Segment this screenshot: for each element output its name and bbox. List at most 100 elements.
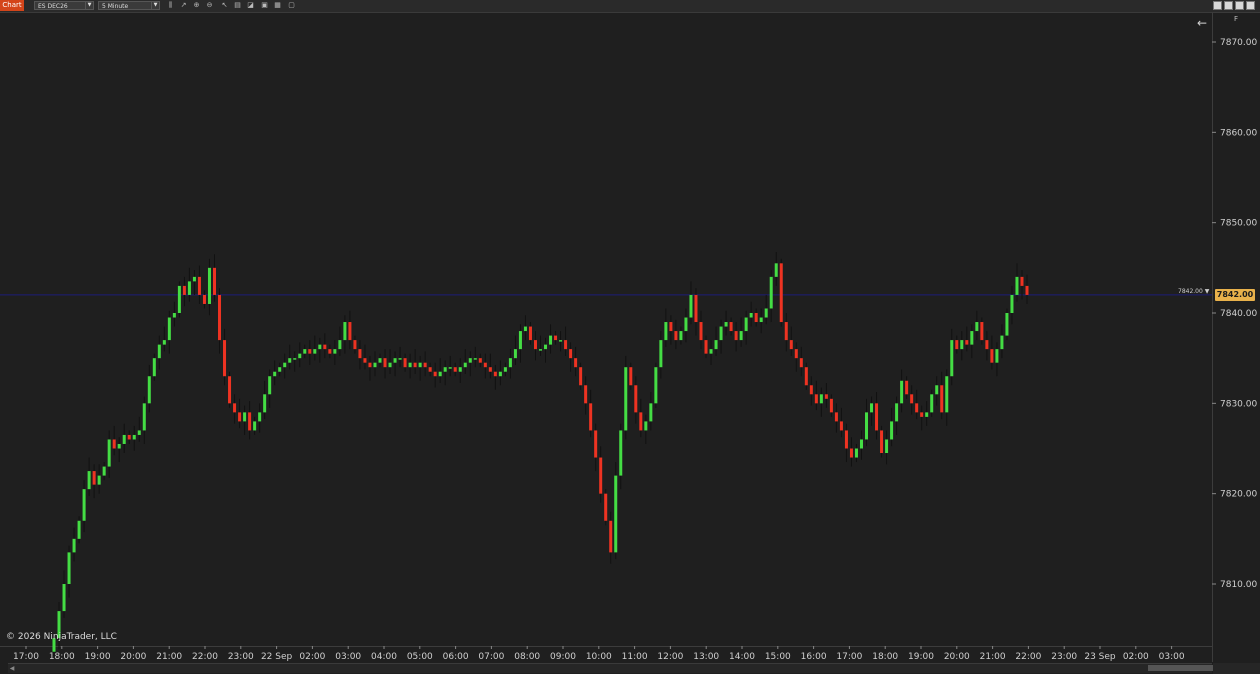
candle-up[interactable] bbox=[503, 367, 507, 372]
candle-up[interactable] bbox=[935, 385, 939, 395]
restore-button[interactable] bbox=[1224, 1, 1233, 10]
candle-down[interactable] bbox=[990, 349, 994, 363]
candle-down[interactable] bbox=[844, 430, 848, 449]
candle-down[interactable] bbox=[784, 322, 788, 341]
candle-up[interactable] bbox=[408, 362, 412, 368]
candle-up[interactable] bbox=[298, 353, 302, 359]
candle-up[interactable] bbox=[398, 358, 402, 360]
candle-up[interactable] bbox=[82, 489, 86, 521]
candle-down[interactable] bbox=[704, 340, 708, 354]
bars-icon[interactable]: ⫼ bbox=[166, 1, 175, 10]
zoom-out-icon[interactable]: ⊖ bbox=[205, 1, 214, 10]
candle-up[interactable] bbox=[378, 358, 382, 363]
candle-down[interactable] bbox=[488, 367, 492, 372]
candle-down[interactable] bbox=[880, 430, 884, 454]
candle-up[interactable] bbox=[172, 313, 176, 318]
candle-down[interactable] bbox=[308, 349, 312, 354]
candle-down[interactable] bbox=[223, 340, 227, 377]
candle-down[interactable] bbox=[353, 340, 357, 350]
scroll-left-icon[interactable]: ◀ bbox=[8, 664, 16, 673]
candle-down[interactable] bbox=[554, 335, 558, 341]
candle-down[interactable] bbox=[729, 322, 733, 332]
candle-down[interactable] bbox=[699, 322, 703, 341]
candle-down[interactable] bbox=[804, 367, 808, 386]
candle-up[interactable] bbox=[318, 344, 322, 350]
candle-up[interactable] bbox=[970, 331, 974, 345]
candle-down[interactable] bbox=[669, 322, 673, 332]
candle-up[interactable] bbox=[77, 520, 81, 539]
candle-up[interactable] bbox=[659, 340, 663, 368]
candle-up[interactable] bbox=[122, 434, 126, 444]
candle-up[interactable] bbox=[243, 412, 247, 422]
candle-up[interactable] bbox=[975, 322, 979, 332]
candle-up[interactable] bbox=[649, 403, 653, 422]
candle-down[interactable] bbox=[228, 376, 232, 404]
candle-up[interactable] bbox=[945, 376, 949, 413]
candle-up[interactable] bbox=[278, 367, 282, 372]
candle-up[interactable] bbox=[147, 376, 151, 404]
candle-down[interactable] bbox=[965, 340, 969, 345]
candle-down[interactable] bbox=[428, 367, 432, 372]
candle-up[interactable] bbox=[900, 380, 904, 404]
candle-down[interactable] bbox=[940, 385, 944, 413]
candle-down[interactable] bbox=[328, 349, 332, 354]
candle-up[interactable] bbox=[895, 403, 899, 422]
candle-up[interactable] bbox=[132, 434, 136, 440]
candle-up[interactable] bbox=[97, 475, 101, 485]
candle-up[interactable] bbox=[724, 322, 728, 327]
candle-up[interactable] bbox=[930, 394, 934, 413]
candle-up[interactable] bbox=[157, 344, 161, 359]
candle-down[interactable] bbox=[609, 520, 613, 553]
candle-down[interactable] bbox=[905, 380, 909, 395]
candle-down[interactable] bbox=[569, 349, 573, 359]
horizontal-scrollbar[interactable]: ◀ bbox=[8, 663, 1220, 673]
candle-up[interactable] bbox=[508, 358, 512, 368]
candle-down[interactable] bbox=[358, 349, 362, 359]
candle-up[interactable] bbox=[819, 394, 823, 404]
candle-up[interactable] bbox=[684, 317, 688, 332]
candle-up[interactable] bbox=[624, 367, 628, 431]
candle-up[interactable] bbox=[418, 362, 422, 368]
pointer-icon[interactable]: ↖ bbox=[220, 1, 229, 10]
candle-down[interactable] bbox=[754, 313, 758, 323]
candle-down[interactable] bbox=[599, 457, 603, 494]
candle-down[interactable] bbox=[533, 340, 537, 350]
candle-down[interactable] bbox=[202, 294, 206, 304]
candle-down[interactable] bbox=[483, 362, 487, 368]
candle-up[interactable] bbox=[313, 349, 317, 354]
candle-up[interactable] bbox=[714, 340, 718, 350]
candle-up[interactable] bbox=[268, 376, 272, 395]
candle-down[interactable] bbox=[829, 398, 833, 413]
candle-up[interactable] bbox=[644, 421, 648, 431]
candle-up[interactable] bbox=[468, 358, 472, 363]
price-chart[interactable]: 7810.00 7820.00 7830.00 7840.00 7850.00 7860.… bbox=[0, 12, 1260, 662]
candle-up[interactable] bbox=[538, 349, 543, 351]
candle-up[interactable] bbox=[283, 362, 287, 368]
candle-down[interactable] bbox=[238, 412, 242, 422]
candle-up[interactable] bbox=[62, 584, 66, 612]
candle-down[interactable] bbox=[794, 349, 798, 359]
candle-down[interactable] bbox=[584, 385, 588, 404]
candle-up[interactable] bbox=[117, 443, 121, 449]
candle-up[interactable] bbox=[498, 371, 502, 377]
candle-up[interactable] bbox=[890, 421, 894, 440]
candle-up[interactable] bbox=[107, 439, 111, 467]
candle-up[interactable] bbox=[192, 276, 196, 282]
candle-down[interactable] bbox=[127, 434, 131, 440]
candle-up[interactable] bbox=[288, 358, 292, 363]
candle-down[interactable] bbox=[955, 340, 959, 350]
candle-down[interactable] bbox=[528, 326, 532, 341]
candle-up[interactable] bbox=[518, 331, 522, 350]
candle-up[interactable] bbox=[162, 340, 166, 345]
candle-down[interactable] bbox=[674, 331, 678, 341]
candle-down[interactable] bbox=[323, 344, 327, 350]
candle-down[interactable] bbox=[1020, 276, 1024, 286]
candle-up[interactable] bbox=[388, 362, 392, 368]
candle-up[interactable] bbox=[333, 349, 337, 354]
candle-down[interactable] bbox=[579, 367, 583, 386]
candle-down[interactable] bbox=[363, 358, 367, 363]
candle-up[interactable] bbox=[373, 362, 377, 368]
candle-up[interactable] bbox=[177, 285, 181, 313]
indicators-icon[interactable]: ◪ bbox=[246, 1, 255, 10]
candle-down[interactable] bbox=[589, 403, 593, 431]
